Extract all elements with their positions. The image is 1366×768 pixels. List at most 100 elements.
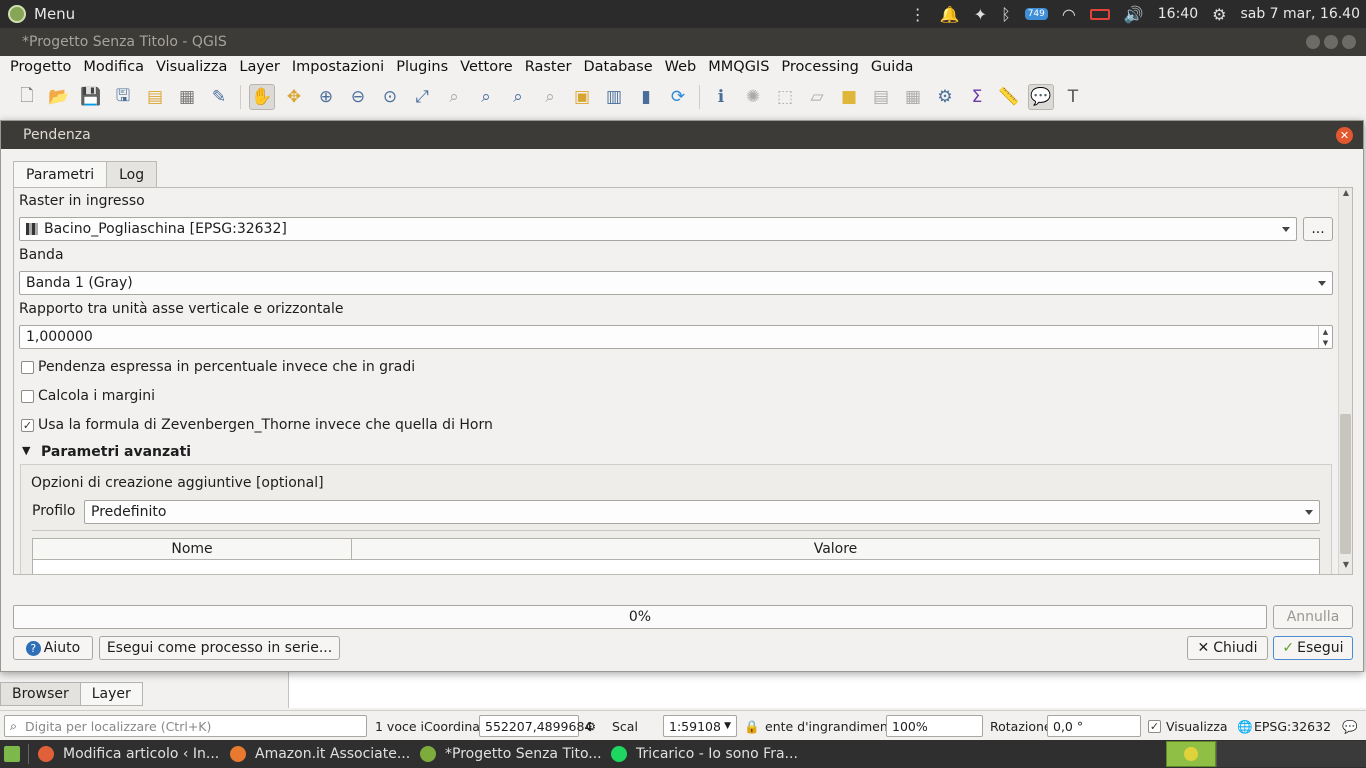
select-features-icon[interactable]: ⬚ xyxy=(772,84,798,110)
percent-checkbox[interactable] xyxy=(21,361,34,374)
field-calculator-icon[interactable]: ▦ xyxy=(900,84,926,110)
refresh-icon[interactable]: ⟳ xyxy=(665,84,691,110)
menu-guida[interactable]: Guida xyxy=(865,59,920,75)
magnifier-spinbox[interactable]: 100% xyxy=(886,715,983,737)
scroll-down-icon[interactable]: ▼ xyxy=(1339,560,1352,574)
save-project-icon[interactable]: 💾 xyxy=(78,84,104,110)
text-annotation-icon[interactable]: T xyxy=(1060,84,1086,110)
volume-icon[interactable]: 🔊 xyxy=(1124,5,1144,24)
taskbar-item-amazon[interactable]: Amazon.it Associate... xyxy=(230,740,410,768)
bell-icon[interactable]: 🔔 xyxy=(940,5,960,24)
tab-log[interactable]: Log xyxy=(106,161,158,187)
menu-web[interactable]: Web xyxy=(659,59,703,75)
band-combo[interactable]: Banda 1 (Gray) xyxy=(19,271,1333,295)
date-time[interactable]: sab 7 mar, 16.40 xyxy=(1240,6,1360,22)
cancel-button[interactable]: Annulla xyxy=(1273,605,1353,629)
temporal-icon[interactable]: ▮ xyxy=(633,84,659,110)
measure-icon[interactable]: 📏 xyxy=(996,84,1022,110)
col-nome[interactable]: Nome xyxy=(33,539,352,559)
taskbar-item-qgis[interactable]: *Progetto Senza Tito... xyxy=(420,740,602,768)
crs-label[interactable]: EPSG:32632 xyxy=(1254,719,1331,734)
new-bookmark-icon[interactable]: ▣ xyxy=(569,84,595,110)
render-checkbox[interactable]: ✓ xyxy=(1148,720,1161,733)
tab-browser[interactable]: Browser xyxy=(0,682,81,706)
show-bookmarks-icon[interactable]: ▥ xyxy=(601,84,627,110)
zoom-native-icon[interactable]: ⊙ xyxy=(377,84,403,110)
processing-toolbox-icon[interactable]: ⚙ xyxy=(932,84,958,110)
zoom-next-icon[interactable]: ⌕ xyxy=(537,84,563,110)
battery-icon[interactable] xyxy=(1089,8,1110,20)
pan-to-selection-icon[interactable]: ✥ xyxy=(281,84,307,110)
batch-process-button[interactable]: Esegui come processo in serie... xyxy=(99,636,340,660)
select-by-value-icon[interactable]: ■ xyxy=(836,84,862,110)
margins-checkbox[interactable] xyxy=(21,390,34,403)
messages-icon[interactable]: 💬 xyxy=(1342,719,1358,735)
open-project-icon[interactable]: 📂 xyxy=(46,84,72,110)
style-manager-icon[interactable]: ✎ xyxy=(206,84,232,110)
clock[interactable]: 16:40 xyxy=(1158,6,1198,22)
zoom-layer-icon[interactable]: ⌕ xyxy=(473,84,499,110)
help-button[interactable]: ? Aiuto xyxy=(13,636,93,660)
settings-gear-icon[interactable]: ⚙ xyxy=(1212,5,1226,24)
system-menu-label[interactable]: Menu xyxy=(34,5,75,23)
menu-modifica[interactable]: Modifica xyxy=(77,59,150,75)
map-canvas[interactable] xyxy=(288,672,1366,708)
lock-icon[interactable]: 🔒 xyxy=(744,719,760,735)
menu-vettore[interactable]: Vettore xyxy=(454,59,519,75)
menu-layer[interactable]: Layer xyxy=(233,59,285,75)
maximize-button[interactable] xyxy=(1324,35,1338,49)
render-label[interactable]: Visualizza xyxy=(1166,719,1228,734)
toggle-extents-icon[interactable]: ⚙ xyxy=(585,719,596,734)
zoom-last-icon[interactable]: ⌕ xyxy=(505,84,531,110)
attribute-table-icon[interactable]: ▤ xyxy=(868,84,894,110)
new-print-layout-icon[interactable]: ▤ xyxy=(142,84,168,110)
layout-manager-icon[interactable]: ▦ xyxy=(174,84,200,110)
close-button[interactable]: ✕ Chiudi xyxy=(1187,636,1268,660)
dialog-close-icon[interactable]: ✕ xyxy=(1336,127,1353,144)
update-badge[interactable]: 749 xyxy=(1024,8,1048,20)
raster-input-combo[interactable]: Bacino_Pogliaschina [EPSG:32632] xyxy=(19,217,1297,241)
collapse-triangle-icon[interactable]: ▼ xyxy=(22,444,30,457)
options-table-body[interactable] xyxy=(32,560,1320,574)
menu-database[interactable]: Database xyxy=(577,59,658,75)
deselect-icon[interactable]: ▱ xyxy=(804,84,830,110)
show-desktop-icon[interactable] xyxy=(4,740,20,768)
window-close-button[interactable] xyxy=(1342,35,1356,49)
menu-impostazioni[interactable]: Impostazioni xyxy=(286,59,390,75)
menu-raster[interactable]: Raster xyxy=(519,59,578,75)
bluetooth-icon[interactable]: ᛒ xyxy=(1001,5,1011,24)
profile-combo[interactable]: Predefinito xyxy=(84,500,1320,524)
locator-search[interactable]: ⌕ Digita per localizzare (Ctrl+K) xyxy=(4,715,367,737)
ratio-spinbox[interactable]: 1,000000 ▲ ▼ xyxy=(19,325,1333,349)
statistics-icon[interactable]: Σ xyxy=(964,84,990,110)
taskbar-item-wordpress[interactable]: Modifica articolo ‹ In... xyxy=(38,740,219,768)
workspace-switcher-empty[interactable] xyxy=(1216,741,1366,767)
run-button[interactable]: ✓ Esegui xyxy=(1273,636,1353,660)
menu-mmqgis[interactable]: MMQGIS xyxy=(702,59,775,75)
actions-icon[interactable]: ✺ xyxy=(740,84,766,110)
minimize-button[interactable] xyxy=(1306,35,1320,49)
spin-arrows-icon[interactable]: ▲ ▼ xyxy=(1318,326,1332,348)
save-as-icon[interactable]: 🖫 xyxy=(110,84,136,110)
wifi-icon[interactable]: ◠ xyxy=(1062,5,1076,24)
col-valore[interactable]: Valore xyxy=(352,539,1319,559)
scroll-thumb[interactable] xyxy=(1340,414,1351,554)
rotation-spinbox[interactable]: 0,0 ° xyxy=(1047,715,1141,737)
browse-raster-button[interactable]: ... xyxy=(1303,217,1333,241)
workspace-switcher[interactable] xyxy=(1166,741,1216,767)
margins-checkbox-label[interactable]: Calcola i margini xyxy=(38,388,155,404)
dropbox-icon[interactable]: ✦ xyxy=(974,5,987,24)
menu-visualizza[interactable]: Visualizza xyxy=(150,59,233,75)
menu-processing[interactable]: Processing xyxy=(775,59,864,75)
tab-parametri[interactable]: Parametri xyxy=(13,161,108,188)
zoom-in-icon[interactable]: ⊕ xyxy=(313,84,339,110)
identify-icon[interactable]: ℹ xyxy=(708,84,734,110)
menu-plugins[interactable]: Plugins xyxy=(390,59,454,75)
percent-checkbox-label[interactable]: Pendenza espressa in percentuale invece … xyxy=(38,359,415,375)
map-tips-icon[interactable]: 💬 xyxy=(1028,84,1054,110)
panel-scrollbar[interactable]: ▲ ▼ xyxy=(1338,188,1352,574)
menu-progetto[interactable]: Progetto xyxy=(4,59,77,75)
crs-globe-icon[interactable]: 🌐 xyxy=(1237,719,1253,735)
tab-layer[interactable]: Layer xyxy=(79,682,143,706)
zevenbergen-checkbox-label[interactable]: Usa la formula di Zevenbergen_Thorne inv… xyxy=(38,417,493,433)
